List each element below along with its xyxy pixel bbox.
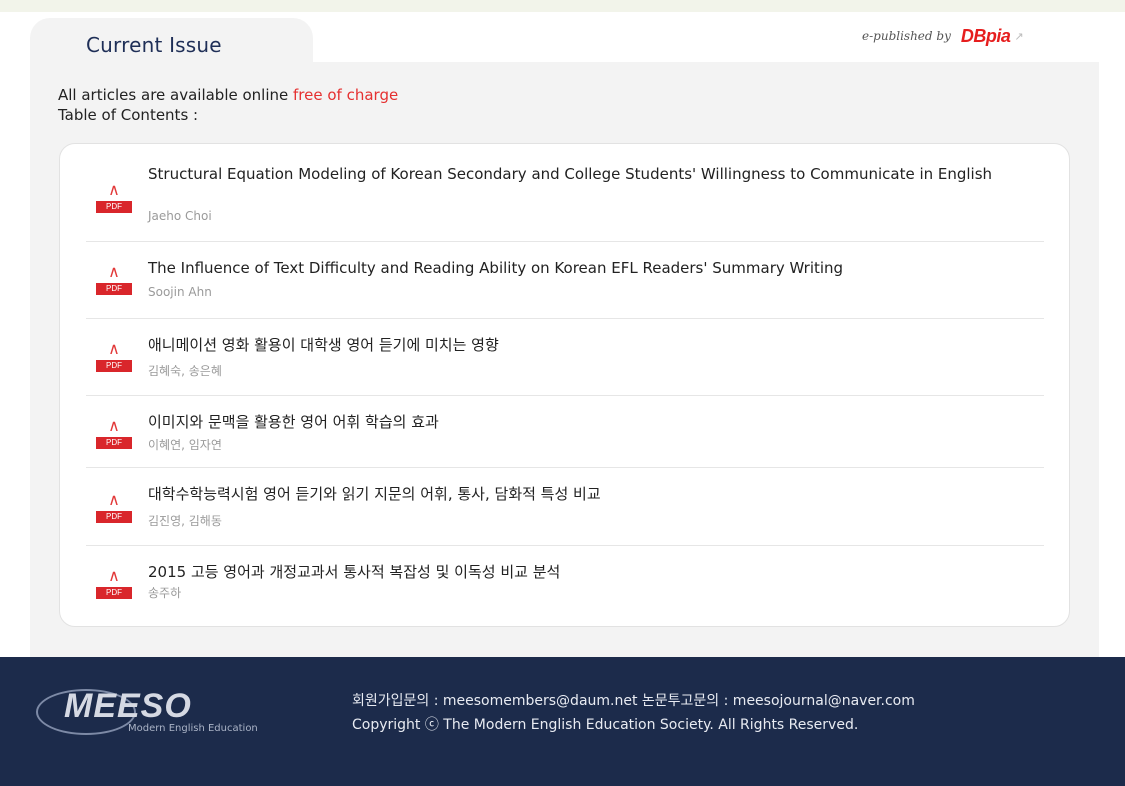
pdf-icon[interactable]: ∧ PDF — [96, 262, 132, 298]
pdf-badge: PDF — [96, 437, 132, 449]
pdf-icon[interactable]: ∧ PDF — [96, 416, 132, 452]
acrobat-glyph-icon: ∧ — [108, 262, 120, 281]
pdf-badge: PDF — [96, 201, 132, 213]
article-authors: 김진영, 김해동 — [148, 514, 222, 528]
article-title[interactable]: 대학수학능력시험 영어 듣기와 읽기 지문의 어휘, 통사, 담화적 특성 비교 — [148, 484, 1028, 504]
pdf-badge: PDF — [96, 587, 132, 599]
article-item-4[interactable]: ∧ PDF 이미지와 문맥을 활용한 영어 어휘 학습의 효과 이혜연, 임자연 — [86, 396, 1044, 468]
article-item-3[interactable]: ∧ PDF 애니메이션 영화 활용이 대학생 영어 듣기에 미치는 영향 김혜숙… — [86, 319, 1044, 396]
article-item-6[interactable]: ∧ PDF 2015 고등 영어과 개정교과서 통사적 복잡성 및 이독성 비교… — [86, 546, 1044, 616]
article-authors: Soojin Ahn — [148, 285, 212, 299]
article-item-2[interactable]: ∧ PDF The Influence of Text Difficulty a… — [86, 242, 1044, 319]
top-strip — [0, 0, 1125, 12]
pdf-icon[interactable]: ∧ PDF — [96, 566, 132, 602]
copyright-notice: Copyright ⓒ The Modern English Education… — [352, 717, 859, 733]
contact-emails: 회원가입문의 : meesomembers@daum.net 논문투고문의 : … — [352, 693, 915, 709]
pdf-badge: PDF — [96, 360, 132, 372]
article-title[interactable]: Structural Equation Modeling of Korean S… — [148, 164, 1028, 184]
published-by-label: e-published by — [862, 29, 951, 43]
pdf-icon[interactable]: ∧ PDF — [96, 180, 132, 216]
meeso-logo[interactable]: MEESO Modern English Education — [36, 683, 306, 743]
free-access-prefix: All articles are available online — [58, 86, 294, 104]
free-access-notice: All articles are available online free o… — [58, 85, 398, 105]
article-title[interactable]: 애니메이션 영화 활용이 대학생 영어 듣기에 미치는 영향 — [148, 335, 1028, 355]
footer-contact: 회원가입문의 : meesomembers@daum.net 논문투고문의 : … — [352, 689, 915, 737]
pdf-icon[interactable]: ∧ PDF — [96, 490, 132, 526]
article-title[interactable]: 이미지와 문맥을 활용한 영어 어휘 학습의 효과 — [148, 412, 1028, 432]
article-item-5[interactable]: ∧ PDF 대학수학능력시험 영어 듣기와 읽기 지문의 어휘, 통사, 담화적… — [86, 468, 1044, 546]
acrobat-glyph-icon: ∧ — [108, 180, 120, 199]
tab-title[interactable]: Current Issue — [86, 33, 222, 57]
article-authors: 김혜숙, 송은혜 — [148, 364, 222, 378]
acrobat-glyph-icon: ∧ — [108, 339, 120, 358]
logo-tagline: Modern English Education — [128, 723, 258, 734]
toc-heading: Table of Contents : — [58, 106, 199, 124]
table-of-contents: ∧ PDF Structural Equation Modeling of Ko… — [59, 143, 1070, 627]
article-authors: Jaeho Choi — [148, 209, 212, 223]
article-item-1[interactable]: ∧ PDF Structural Equation Modeling of Ko… — [86, 158, 1044, 242]
article-title[interactable]: The Influence of Text Difficulty and Rea… — [148, 258, 1028, 278]
dbpia-swoosh-icon: ↗ — [1014, 29, 1024, 43]
intro-text: All articles are available online free o… — [58, 85, 398, 125]
publisher-credit: e-published by DBpia ↗ — [862, 26, 1024, 46]
article-authors: 이혜연, 임자연 — [148, 438, 222, 452]
pdf-badge: PDF — [96, 511, 132, 523]
acrobat-glyph-icon: ∧ — [108, 490, 120, 509]
acrobat-glyph-icon: ∧ — [108, 566, 120, 585]
logo-wordmark: MEESO — [64, 687, 192, 725]
pdf-badge: PDF — [96, 283, 132, 295]
pdf-icon[interactable]: ∧ PDF — [96, 339, 132, 375]
dbpia-logo[interactable]: DBpia — [961, 26, 1011, 47]
free-of-charge-highlight: free of charge — [293, 86, 399, 104]
article-title[interactable]: 2015 고등 영어과 개정교과서 통사적 복잡성 및 이독성 비교 분석 — [148, 562, 1028, 582]
article-authors: 송주하 — [148, 586, 182, 600]
acrobat-glyph-icon: ∧ — [108, 416, 120, 435]
